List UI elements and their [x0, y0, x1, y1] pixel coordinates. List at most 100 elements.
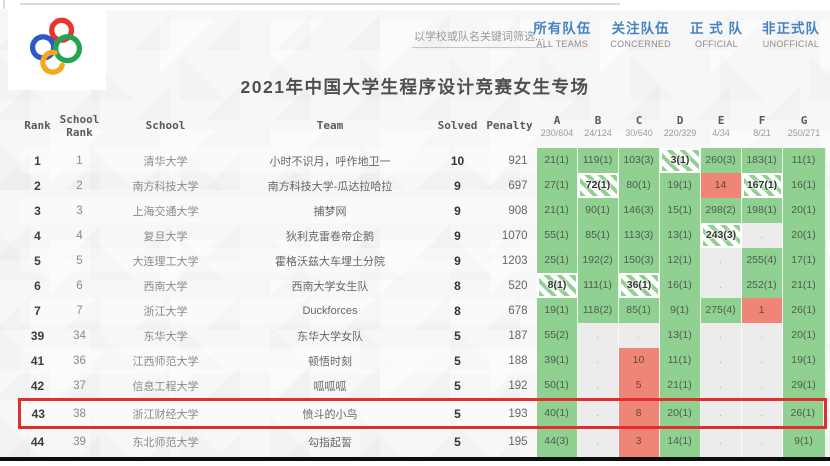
rank-cell: 6	[20, 273, 56, 298]
rank-cell: 3	[20, 198, 56, 223]
search-box	[412, 26, 546, 48]
problem-header-d: D220/329	[660, 104, 701, 148]
filter-link-all-teams[interactable]: 所有队伍ALL TEAMS	[533, 21, 591, 49]
team-row[interactable]: 22南方科技大学南方科技大学-瓜达拉哈拉969727(1)72(1)80(1)1…	[20, 173, 826, 198]
search-input[interactable]	[412, 26, 546, 48]
result-ac: 20(1)	[783, 223, 826, 248]
problem-result-cell: 275(4)	[701, 298, 742, 323]
problem-header-f: F8/21	[742, 104, 783, 148]
problem-result-cell: 25(1)	[537, 248, 578, 273]
problem-result-cell: 9(1)	[660, 298, 701, 323]
rank-cell: 44	[20, 428, 56, 455]
rank-cell: 43	[20, 400, 56, 428]
result-none: .	[578, 348, 619, 373]
result-ac: 103(3)	[619, 148, 660, 173]
team-row[interactable]: 77浙江大学Duckforces867819(1)118(2)85(1)9(1)…	[20, 298, 826, 323]
team-row[interactable]: 4237信息工程大学呱呱呱519250(1).521(1)..29(1)	[20, 373, 826, 400]
problem-header-g: G250/271	[783, 104, 826, 148]
filter-link-concerned[interactable]: 关注队伍CONCERNED	[610, 21, 671, 49]
problem-stats: 4/34	[701, 128, 742, 139]
result-ac: 19(1)	[537, 298, 578, 323]
result-none: .	[742, 401, 783, 426]
filter-link-official[interactable]: 正 式 队OFFICIAL	[690, 21, 743, 49]
problem-result-cell: 3	[619, 428, 660, 455]
solved-cell: 5	[433, 400, 483, 428]
result-fb: 36(1)	[619, 273, 660, 298]
result-ac: 198(1)	[742, 198, 783, 223]
problem-result-cell: 252(1)	[742, 273, 783, 298]
penalty-cell: 697	[483, 173, 537, 198]
problem-result-cell: .	[701, 248, 742, 273]
problem-result-cell: .	[701, 323, 742, 348]
problem-letter: F	[759, 114, 766, 127]
result-ac: 14(1)	[660, 429, 701, 454]
problem-result-cell: .	[701, 348, 742, 373]
problem-result-cell: 19(1)	[783, 348, 826, 373]
result-ac: 16(1)	[660, 273, 701, 298]
team-row[interactable]: 66西南大学西南大学女生队85208(1)111(1)36(1)16(1).25…	[20, 273, 826, 298]
problem-result-cell: .	[742, 348, 783, 373]
problem-result-cell: 11(1)	[660, 348, 701, 373]
result-ac: 39(1)	[537, 348, 578, 373]
column-header-school: School	[104, 104, 228, 148]
team-row-highlighted[interactable]: 4338浙江财经大学愤斗的小鸟519340(1).820(1)..26(1)	[20, 400, 826, 428]
result-none: .	[701, 401, 742, 426]
school-cell: 复旦大学	[104, 223, 228, 248]
result-ac: 11(1)	[660, 348, 701, 373]
result-none: .	[701, 429, 742, 454]
page-title: 2021年中国大学生程序设计竞赛女生专场	[0, 74, 830, 99]
problem-stats: 230/604	[537, 128, 578, 139]
solved-cell: 5	[433, 428, 483, 455]
result-wa: 10	[619, 348, 660, 373]
problem-result-cell: 260(3)	[701, 148, 742, 173]
team-cell: 顿悟时刻	[228, 348, 433, 373]
problem-result-cell: 72(1)	[578, 173, 619, 198]
problem-result-cell: 15(1)	[660, 198, 701, 223]
rank-cell: 42	[20, 373, 56, 400]
problem-stats: 30/640	[619, 128, 660, 139]
team-cell: 霍格沃兹大车埋土分院	[228, 248, 433, 273]
team-row[interactable]: 3934东华大学东华大学女队518755(2)..13(1)..20(1)	[20, 323, 826, 348]
team-cell: 狄利克雷卷帝企鹅	[228, 223, 433, 248]
team-row[interactable]: 4136江西师范大学顿悟时刻518839(1).1011(1)..19(1)	[20, 348, 826, 373]
problem-result-cell: 80(1)	[619, 173, 660, 198]
result-ac: 9(1)	[783, 429, 826, 454]
problem-result-cell: 19(1)	[537, 298, 578, 323]
school-cell: 东北师范大学	[104, 428, 228, 455]
problem-result-cell: 150(3)	[619, 248, 660, 273]
problem-result-cell: 16(1)	[783, 173, 826, 198]
result-ac: 118(2)	[578, 298, 619, 323]
result-ac: 150(3)	[619, 248, 660, 273]
team-row[interactable]: 44复旦大学狄利克雷卷帝企鹅9107055(1)85(1)113(3)13(1)…	[20, 223, 826, 248]
filter-link-unofficial[interactable]: 非正式队UNOFFICIAL	[762, 21, 820, 49]
problem-header-c: C30/640	[619, 104, 660, 148]
problem-result-cell: 3(1)	[660, 148, 701, 173]
result-wa: 5	[619, 373, 660, 398]
problem-result-cell: .	[578, 323, 619, 348]
result-wa: 3	[619, 429, 660, 454]
result-ac: 21(1)	[537, 198, 578, 223]
rank-cell: 4	[20, 223, 56, 248]
problem-result-cell: 119(1)	[578, 148, 619, 173]
result-ac: 26(1)	[783, 298, 826, 323]
team-row[interactable]: 33上海交通大学捕梦网990821(1)90(1)146(3)15(1)298(…	[20, 198, 826, 223]
penalty-cell: 921	[483, 148, 537, 173]
team-row[interactable]: 55大连理工大学霍格沃兹大车埋土分院9120325(1)192(2)150(3)…	[20, 248, 826, 273]
problem-result-cell: 55(2)	[537, 323, 578, 348]
team-row[interactable]: 4439东北师范大学勾指起誓519544(3).314(1)..9(1)	[20, 428, 826, 455]
team-row[interactable]: 11清华大学小时不识月，呼作地卫一1092121(1)119(1)103(3)3…	[20, 148, 826, 173]
result-none: .	[701, 248, 742, 273]
team-cell: 南方科技大学-瓜达拉哈拉	[228, 173, 433, 198]
problem-result-cell: 21(1)	[660, 373, 701, 400]
filter-link-label-zh: 非正式队	[762, 21, 820, 38]
school-rank-cell: 39	[56, 428, 104, 455]
filter-link-label-en: UNOFFICIAL	[762, 39, 820, 49]
penalty-cell: 1070	[483, 223, 537, 248]
problem-result-cell: 5	[619, 373, 660, 400]
result-ac: 16(1)	[783, 173, 826, 198]
problem-result-cell: 11(1)	[783, 148, 826, 173]
team-cell: 捕梦网	[228, 198, 433, 223]
rank-cell: 39	[20, 323, 56, 348]
result-ac: 275(4)	[701, 298, 742, 323]
rank-cell: 1	[20, 148, 56, 173]
